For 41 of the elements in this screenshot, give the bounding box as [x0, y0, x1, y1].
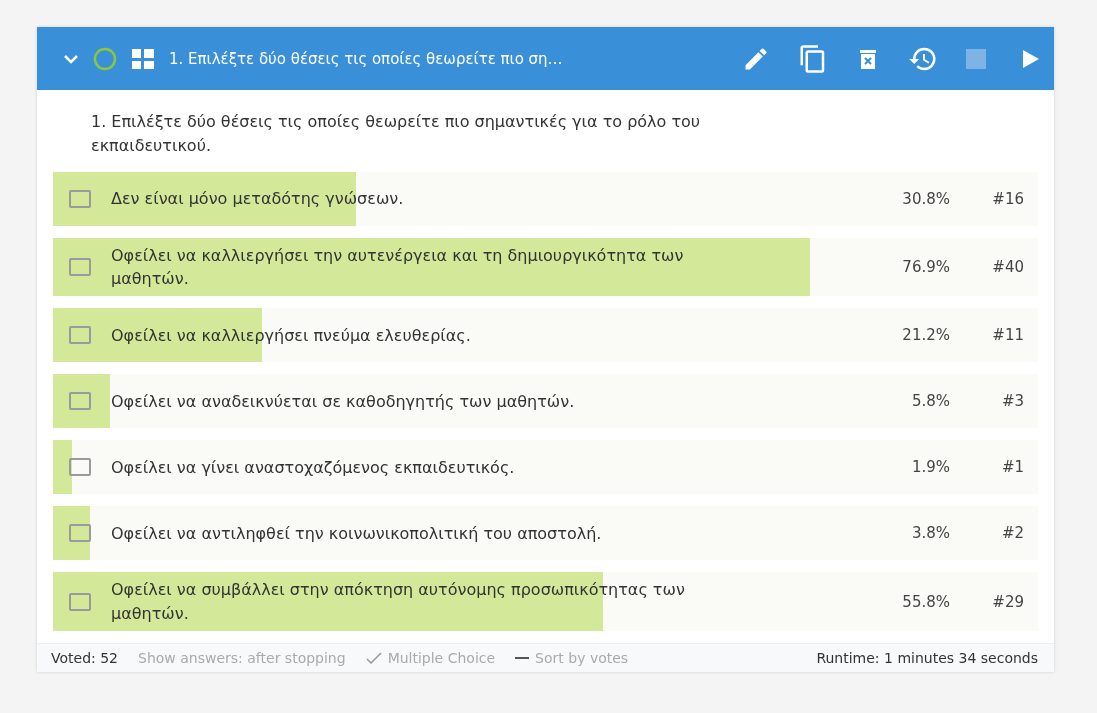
percent-text: 21.2% [901, 326, 950, 345]
question-text: 1. Επιλέξτε δύο θέσεις τις οποίες θεωρείτε πιο σημαντικές για το ρόλο του εκπαιδευτικού. [90, 111, 702, 157]
poll-type: Multiple Choice [387, 649, 496, 666]
vote-count: #40 [991, 258, 1025, 277]
checkbox[interactable] [69, 524, 91, 543]
percent-text: 55.8% [901, 592, 950, 611]
percent-text: 30.8% [901, 190, 950, 208]
question-title: 1. Επιλέξτε δύο θέσεις τις οποίες θεωρείτε πιο ση… [169, 49, 564, 68]
vote-count: #11 [991, 326, 1025, 345]
checkbox[interactable] [69, 258, 91, 277]
percent-text: 5.8% [910, 392, 950, 411]
checkbox[interactable] [69, 326, 91, 345]
vote-count: #2 [1000, 524, 1025, 543]
status-circle-icon [93, 46, 117, 71]
check-icon [365, 651, 382, 664]
vote-count: #29 [991, 592, 1025, 611]
vote-count: #3 [1000, 392, 1025, 411]
option-text: Οφείλει να συμβάλλει στην απόκτηση αυτόνομης προσωπικότητας των μαθητών. [111, 579, 686, 625]
percent-text: 3.8% [910, 524, 950, 543]
show-answers-setting: Show answers: after stopping [138, 649, 346, 666]
vote-count: #1 [1000, 458, 1025, 477]
checkbox[interactable] [69, 592, 91, 611]
play-icon[interactable] [1022, 48, 1040, 69]
option-text: Δεν είναι μόνο μεταδότης γνώσεων. [111, 188, 405, 211]
runtime-text: Runtime: 1 minutes 34 seconds [816, 649, 1038, 666]
option-text: Οφείλει να γίνει αναστοχαζόμενος εκπαιδευτικός. [111, 456, 516, 479]
option-text: Οφείλει να αναδεικνύεται σε καθοδηγητής των μαθητών. [111, 390, 576, 413]
option-text: Οφείλει να καλλιεργήσει πνεύμα ελευθερίας. [111, 324, 472, 347]
sort-setting: Sort by votes [535, 649, 629, 666]
chevron-icon[interactable] [63, 52, 79, 65]
checkbox[interactable] [69, 392, 91, 411]
option-text: Οφείλει να καλλιεργήσει την αυτενέργεια και τη δημιουργικότητα των μαθητών. [111, 245, 685, 291]
option-text: Οφείλει να αντιληφθεί την κοινωνικοπολιτική του αποστολή. [111, 522, 603, 545]
grid-icon[interactable] [131, 47, 155, 70]
voted-count: Voted: 52 [51, 649, 119, 666]
stop-icon[interactable] [966, 48, 986, 69]
checkbox[interactable] [69, 458, 91, 477]
percent-text: 76.9% [901, 258, 950, 277]
vote-count: #16 [991, 190, 1025, 208]
percent-text: 1.9% [910, 458, 950, 477]
checkbox[interactable] [69, 190, 91, 208]
